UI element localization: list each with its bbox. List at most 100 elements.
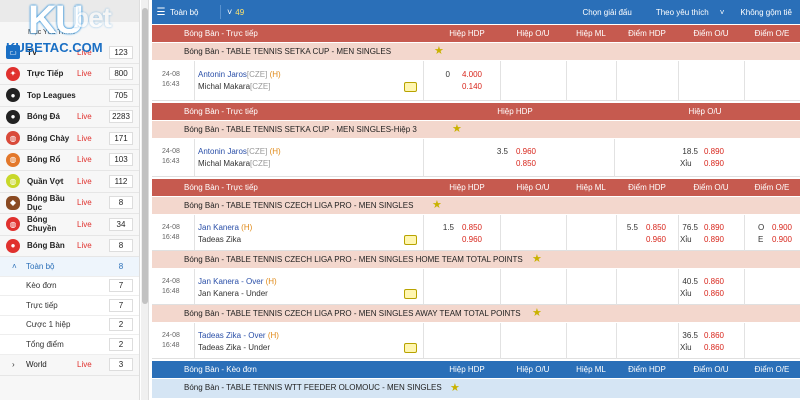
col-hiep-hdp: Hiệp HDP <box>497 107 533 116</box>
sidebar-sub-single[interactable]: Kèo đơn 7 <box>0 276 139 296</box>
league-row[interactable]: Bóng Bàn - TABLE TENNIS WTT FEEDER OLOMO… <box>152 379 800 398</box>
col-hiep-ml: Hiệp ML <box>576 365 606 374</box>
site-logo[interactable]: KU bet KUBETAC.COM <box>4 0 140 64</box>
odds-button[interactable]: 0.850 <box>636 223 666 233</box>
league-row[interactable]: Bóng Bàn - TABLE TENNIS CZECH LIGA PRO -… <box>152 197 800 214</box>
col-hiep-hdp: Hiệp HDP <box>449 29 485 38</box>
col-hiep-ou: Hiệp O/U <box>516 183 550 192</box>
match-teams: Tadeas Zika - Over (H) Tadeas Zika - Und… <box>194 323 424 358</box>
odds-button[interactable]: 0.860 <box>694 343 724 353</box>
sidebar-item-volleyball[interactable]: ◍ Bóng Chuyền Live 34 <box>0 214 139 236</box>
star-icon[interactable]: ★ <box>532 308 543 319</box>
sidebar-sub-half[interactable]: Cược 1 hiệp 2 <box>0 315 139 335</box>
sidebar-item-world[interactable]: › World Live 3 <box>0 355 139 376</box>
soccer-ball-icon: ● <box>6 109 20 124</box>
away-team[interactable]: Michal Makara[CZE] <box>198 82 270 92</box>
league-row[interactable]: Bóng Bàn - TABLE TENNIS SETKA CUP - MEN … <box>152 121 800 138</box>
chevron-down-icon[interactable]: ˅ <box>227 7 232 17</box>
odds-button[interactable]: 0.140 <box>452 82 482 92</box>
tennis-ball-icon: ◍ <box>6 174 20 189</box>
col-diem-hdp: Điểm HDP <box>628 365 666 374</box>
star-icon[interactable]: ★ <box>452 124 463 135</box>
sidebar-item-football[interactable]: ● Bóng Đá Live 2283 <box>0 107 139 128</box>
home-team[interactable]: Antonin Jaros[CZE] (H) <box>198 147 281 157</box>
divider <box>744 61 745 101</box>
sidebar-item-basketball[interactable]: ◍ Bóng Rổ Live 103 <box>0 150 139 171</box>
sort-dropdown[interactable]: Theo yêu thích ˅ <box>640 8 733 17</box>
sidebar-item-rugby[interactable]: ◆ Bóng Bầu Dục Live 8 <box>0 193 139 214</box>
menu-icon[interactable]: ☰ <box>152 7 170 18</box>
star-icon[interactable]: ★ <box>432 200 443 211</box>
chevron-down-icon: ˅ <box>719 7 725 17</box>
section-header: Bóng Bàn - Kèo đơn Hiệp HDP Hiệp O/U Hiệ… <box>152 361 800 378</box>
divider <box>500 269 501 305</box>
col-diem-oe: Điểm O/E <box>754 29 790 38</box>
scrollbar-thumb[interactable] <box>142 8 148 304</box>
home-team[interactable]: Jan Kanera - Over (H) <box>198 277 277 287</box>
league-row[interactable]: Bóng Bàn - TABLE TENNIS SETKA CUP - MEN … <box>152 43 800 60</box>
star-icon[interactable] <box>404 343 417 353</box>
odds-button[interactable]: 0.890 <box>694 235 724 245</box>
home-team[interactable]: Jan Kanera (H) <box>198 223 252 233</box>
running-icon: ✦ <box>6 66 20 81</box>
divider <box>614 139 615 177</box>
select-league-button[interactable]: Chọn giải đấu <box>574 8 639 17</box>
odds-button[interactable]: 4.000 <box>452 70 482 80</box>
odds-button[interactable]: 0.960 <box>506 147 536 157</box>
col-hiep-ou: Hiệp O/U <box>516 365 550 374</box>
divider <box>566 61 567 101</box>
col-hiep-ou: Hiệp O/U <box>516 29 550 38</box>
basketball-icon: ◍ <box>6 152 20 167</box>
odds-button[interactable]: 0.900 <box>762 223 792 233</box>
sidebar-item-live[interactable]: ✦ Trực Tiếp Live 800 <box>0 64 139 85</box>
sidebar-sub-all[interactable]: ˄ Toàn bộ 8 <box>0 257 139 277</box>
home-team[interactable]: Antonin Jaros[CZE] (H) <box>198 70 281 80</box>
odds-button[interactable]: 0.890 <box>694 223 724 233</box>
divider <box>678 61 679 101</box>
odds-button[interactable]: 0.850 <box>452 223 482 233</box>
odds-button[interactable]: 0.960 <box>636 235 666 245</box>
odds-button[interactable]: 0.860 <box>694 331 724 341</box>
star-icon[interactable] <box>404 235 417 245</box>
league-row[interactable]: Bóng Bàn - TABLE TENNIS CZECH LIGA PRO -… <box>152 251 800 268</box>
away-team[interactable]: Tadeas Zika - Under <box>198 343 270 353</box>
odds-button[interactable]: 0.900 <box>762 235 792 245</box>
league-row[interactable]: Bóng Bàn - TABLE TENNIS CZECH LIGA PRO -… <box>152 305 800 322</box>
divider <box>500 215 501 251</box>
away-team[interactable]: Michal Makara[CZE] <box>198 159 270 169</box>
odds-button[interactable]: 0.850 <box>506 159 536 169</box>
col-hiep-ml: Hiệp ML <box>576 183 606 192</box>
sidebar-scrollbar[interactable] <box>141 0 149 400</box>
away-team[interactable]: Jan Kanera - Under <box>198 289 268 299</box>
divider <box>566 215 567 251</box>
chevron-right-icon: › <box>12 360 15 370</box>
sidebar-item-tennis[interactable]: ◍ Quần Vợt Live 112 <box>0 171 139 193</box>
star-icon[interactable]: ★ <box>434 46 445 57</box>
odds-button[interactable]: 0.890 <box>694 147 724 157</box>
odds-toolbar: ☰ Toàn bộ ˅ 49 Chọn giải đấu Theo yêu th… <box>152 0 800 24</box>
odds-button[interactable]: 0.860 <box>694 277 724 287</box>
sidebar-item-baseball[interactable]: ◍ Bóng Chày Live 171 <box>0 128 139 150</box>
star-icon[interactable]: ★ <box>532 254 543 265</box>
sidebar-item-top-leagues[interactable]: ● Top Leagues 705 <box>0 85 139 107</box>
star-icon[interactable] <box>404 82 417 92</box>
merge-toggle[interactable]: Không gộm tiê <box>732 8 800 17</box>
sidebar-sub-total[interactable]: Tổng điểm 2 <box>0 335 139 355</box>
odds-button[interactable]: 0.860 <box>694 289 724 299</box>
divider <box>500 61 501 101</box>
odds-button[interactable]: 0.890 <box>694 159 724 169</box>
col-diem-hdp: Điểm HDP <box>628 29 666 38</box>
filter-all[interactable]: Toàn bộ <box>170 8 220 17</box>
divider <box>678 215 679 251</box>
odds-button[interactable]: 0.960 <box>452 235 482 245</box>
away-team[interactable]: Tadeas Zika <box>198 235 241 245</box>
match-teams: Jan Kanera - Over (H) Jan Kanera - Under <box>194 269 424 304</box>
sidebar-sub-live[interactable]: Trực tiếp 7 <box>0 296 139 316</box>
divider <box>744 215 745 251</box>
logo-domain: KUBETAC.COM <box>6 40 103 55</box>
home-team[interactable]: Tadeas Zika - Over (H) <box>198 331 279 341</box>
sidebar-item-table-tennis[interactable]: ● Bóng Bàn Live 8 <box>0 236 139 257</box>
rugby-ball-icon: ◆ <box>6 195 20 210</box>
star-icon[interactable] <box>404 289 417 299</box>
star-icon[interactable]: ★ <box>450 383 461 394</box>
